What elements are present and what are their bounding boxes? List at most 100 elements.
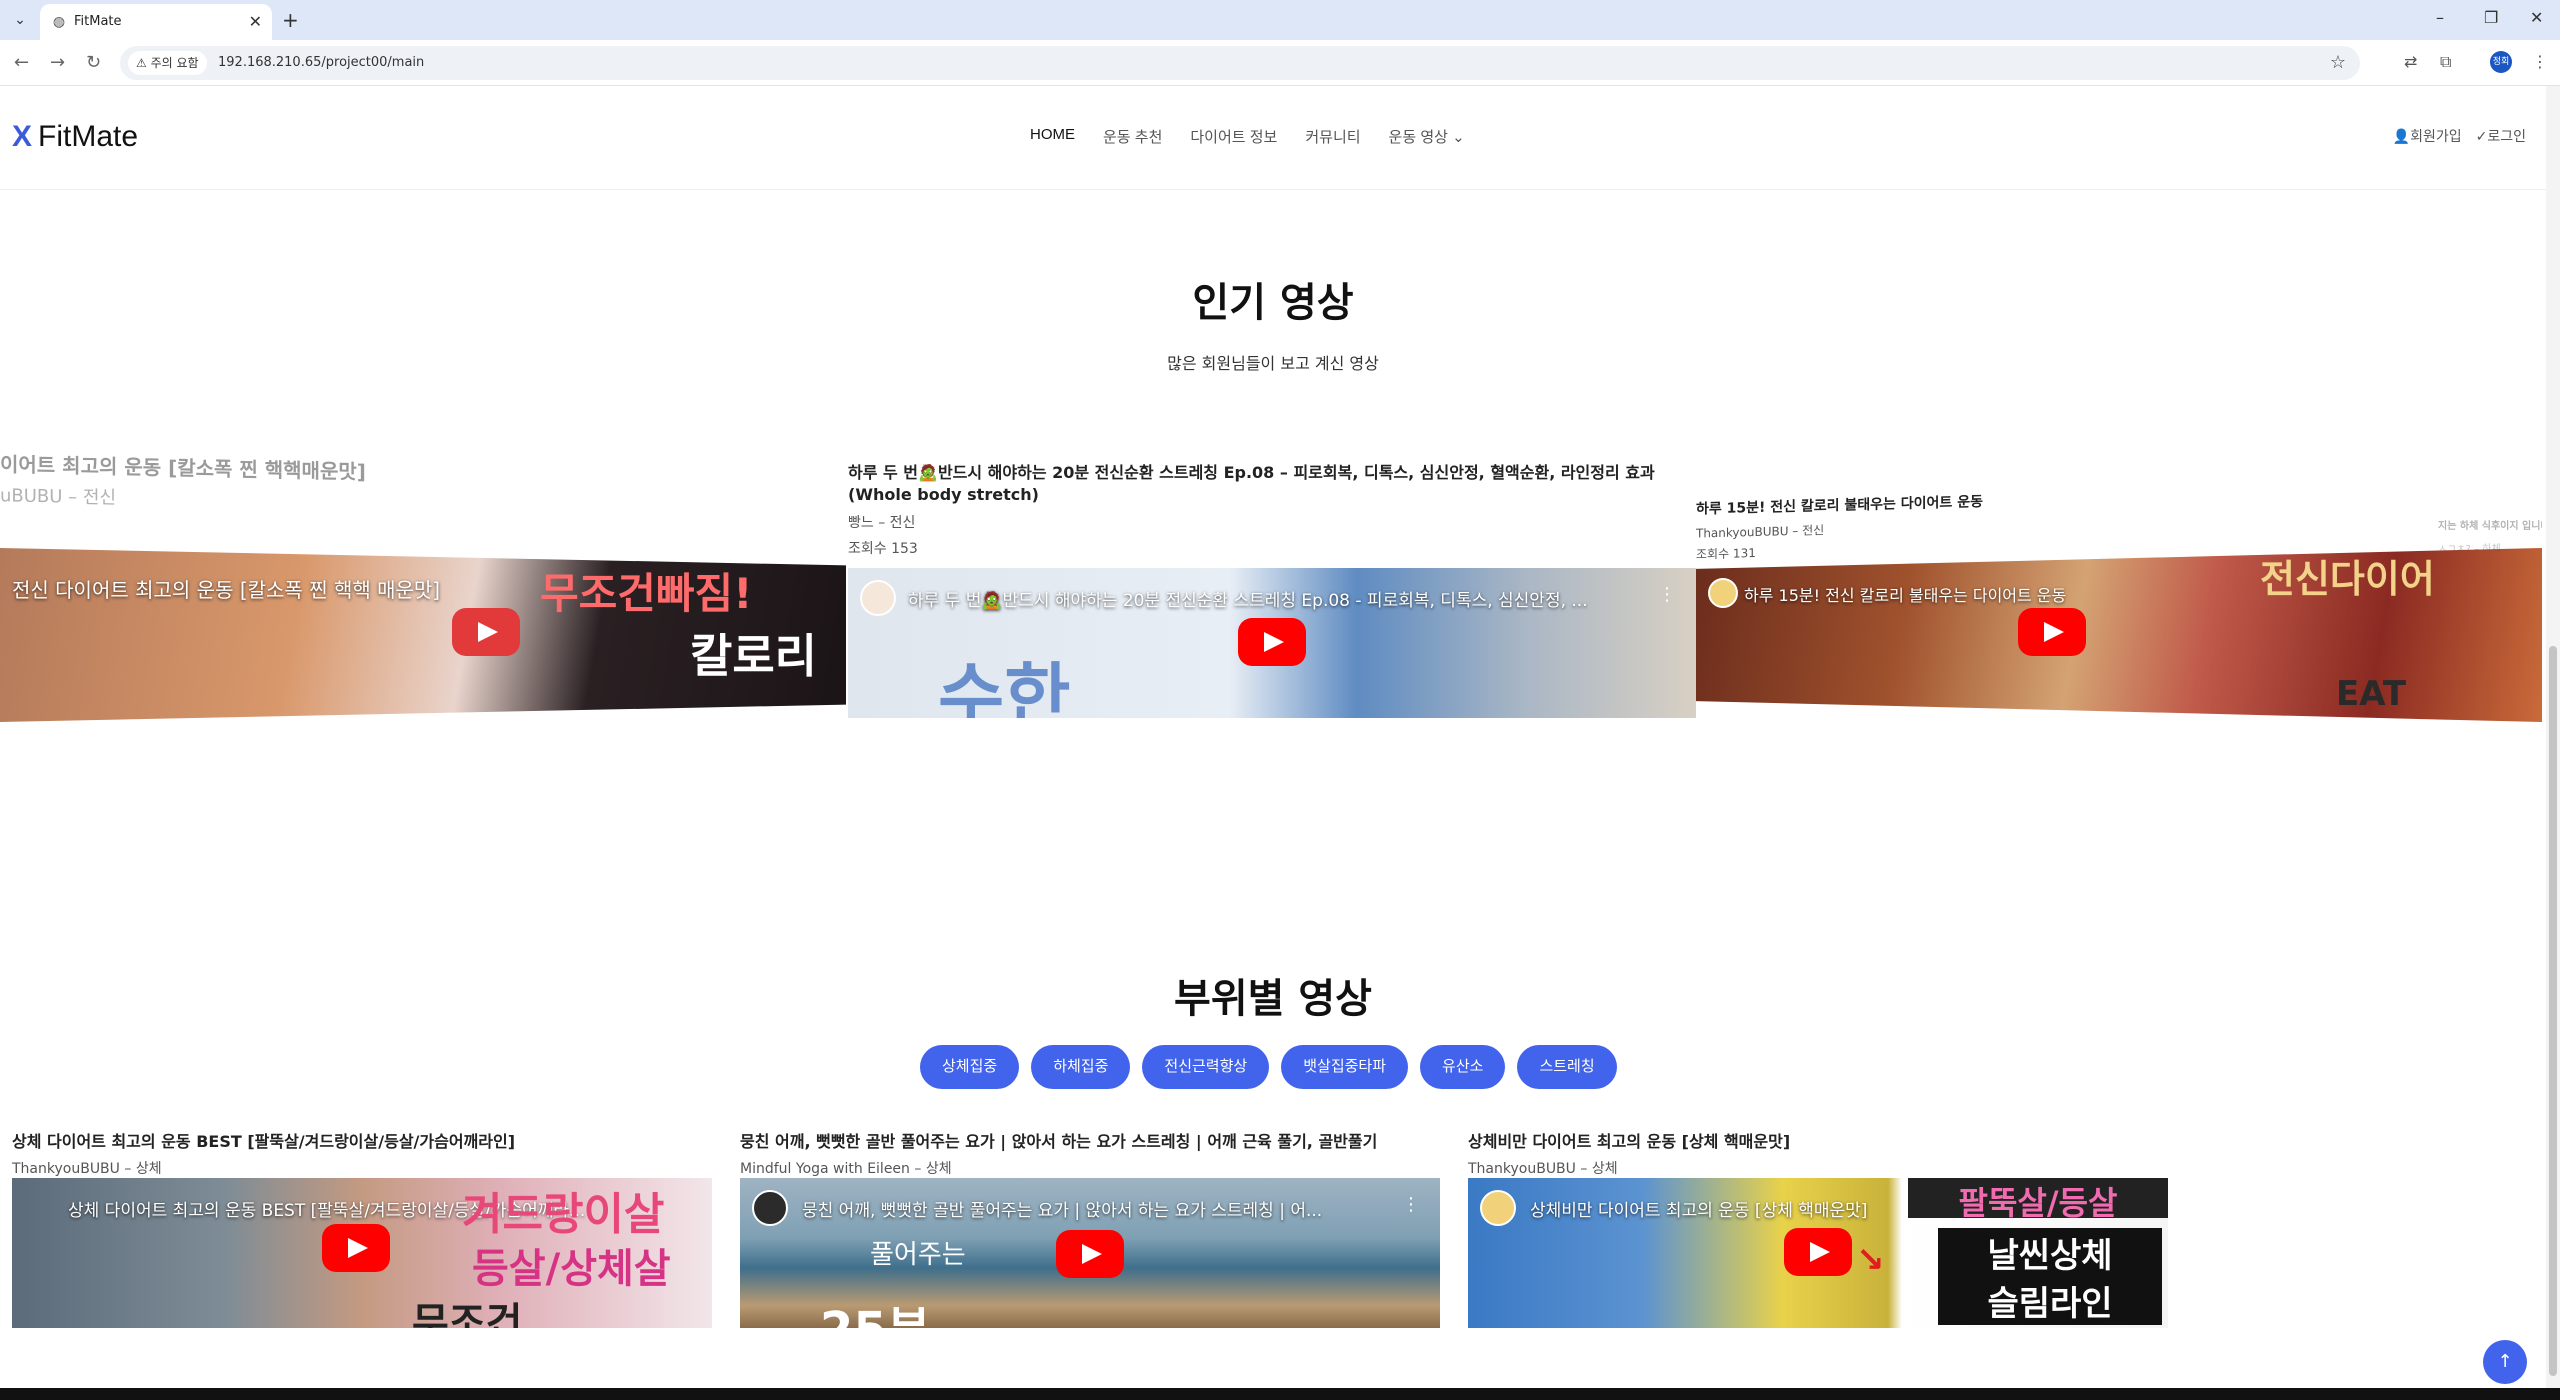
browser-tab-bar: ⌄ ◍ FitMate ✕ + – ❐ ✕ <box>0 0 2560 40</box>
scrollbar-thumb[interactable] <box>2549 646 2557 1376</box>
address-bar-row: ← → ↻ ⚠ 주의 요함 192.168.210.65/project00/m… <box>0 40 2560 86</box>
login-label: 로그인 <box>2487 129 2526 145</box>
thumb-overlay-text: 25분 <box>820 1290 931 1328</box>
nav-community[interactable]: 커뮤니티 <box>1305 126 1360 147</box>
thumb-overlay-text: 슬림라인 <box>1938 1276 2162 1325</box>
restore-icon[interactable]: ❐ <box>2484 8 2498 27</box>
filter-lower-body[interactable]: 하체집중 <box>1031 1045 1131 1089</box>
new-tab-button[interactable]: + <box>282 8 299 32</box>
nav-exercise-recommend[interactable]: 운동 추천 <box>1103 126 1162 147</box>
globe-icon: ◍ <box>52 14 66 30</box>
carousel-card-far-right[interactable]: 지는 하체 식후이지 입니다 ㅅㄱㅊ? – 하체 <box>2438 516 2542 555</box>
video-card-meta: ThankyouBUBU – 상체 <box>12 1161 162 1177</box>
carousel-thumb-left[interactable]: 전신 다이어트 최고의 운동 [칼소폭 찐 핵핵 매운맛] 무조건빠짐! 칼로리 <box>0 548 846 722</box>
video-card[interactable]: 상체비만 다이어트 최고의 운동 [상체 핵매운맛] ThankyouBUBU … <box>1468 1128 2168 1178</box>
carousel-card-meta: 빵느 – 전신 <box>848 515 916 531</box>
popular-section-title: 인기 영상 <box>1192 280 1354 326</box>
logo-text: FitMate <box>38 120 139 153</box>
carousel-card-views: 조회수 153 <box>848 541 918 557</box>
logo-mark-icon: X <box>12 120 33 153</box>
nav-home[interactable]: HOME <box>1030 126 1075 147</box>
nav-exercise-video[interactable]: 운동 영상 ⌄ <box>1389 126 1465 147</box>
video-card-title: 뭉친 어깨, 뻣뻣한 골반 풀어주는 요가 | 앉아서 하는 요가 스트레칭 |… <box>740 1132 1378 1151</box>
filter-upper-body[interactable]: 상체집중 <box>920 1045 1020 1089</box>
url-text[interactable]: 192.168.210.65/project00/main <box>218 55 424 70</box>
logo[interactable]: X FitMate <box>12 120 138 154</box>
tab-search-icon[interactable]: ⌄ <box>8 8 32 32</box>
youtube-play-icon[interactable] <box>2018 608 2086 656</box>
thumb-overlay-art: 수한 <box>938 655 1071 718</box>
thumb-overlay-text: 날씬상체 <box>1938 1228 2162 1277</box>
translate-icon[interactable]: ⇄ <box>2404 52 2417 71</box>
site-header: X FitMate HOME 운동 추천 다이어트 정보 커뮤니티 운동 영상 ⌄… <box>0 86 2546 190</box>
thumb-overlay-text: 팔뚝살/등살 <box>1908 1178 2168 1222</box>
filter-cardio[interactable]: 유산소 <box>1420 1045 1506 1089</box>
bookmark-star-icon[interactable]: ☆ <box>2330 52 2346 73</box>
user-plus-icon: 👤 <box>2392 129 2411 145</box>
video-thumb[interactable]: 상체비만 다이어트 최고의 운동 [상체 핵매운맛] 팔뚝살/등살 날씬상체 슬… <box>1468 1178 2168 1328</box>
nav-exercise-video-label: 운동 영상 <box>1388 129 1448 146</box>
filter-belly-fat[interactable]: 뱃살집중타파 <box>1281 1045 1409 1089</box>
thumb-overlay-text: 풀어주는 <box>870 1240 966 1270</box>
video-card[interactable]: 뭉친 어깨, 뻣뻣한 골반 풀어주는 요가 | 앉아서 하는 요가 스트레칭 |… <box>740 1128 1440 1178</box>
carousel-card-center[interactable]: 하루 두 번🧟반드시 해야하는 20분 전신순환 스트레칭 Ep.08 – 피로… <box>848 462 1678 558</box>
tab-title: FitMate <box>74 14 122 29</box>
video-thumb[interactable]: 뭉친 어깨, 뻣뻣한 골반 풀어주는 요가 | 앉아서 하는 요가 스트레칭 |… <box>740 1178 1440 1328</box>
thumb-caption: 하루 두 번🧟반드시 해야하는 20분 전신순환 스트레칭 Ep.08 - 피로… <box>908 591 1588 611</box>
profile-avatar[interactable]: 정회 <box>2490 51 2512 73</box>
carousel-card-right[interactable]: 하루 15분! 전신 칼로리 불태우는 다이어트 운동 ThankyouBUBU… <box>1696 485 2196 562</box>
reload-icon[interactable]: ↻ <box>86 52 101 73</box>
check-icon: ✓ <box>2475 129 2488 145</box>
security-warning-chip[interactable]: ⚠ 주의 요함 <box>128 51 207 75</box>
thumb-overlay-text: 전신다이어 <box>2260 557 2435 601</box>
close-window-icon[interactable]: ✕ <box>2530 8 2543 27</box>
main-nav: HOME 운동 추천 다이어트 정보 커뮤니티 운동 영상 ⌄ <box>1030 126 1493 147</box>
filter-full-body-strength[interactable]: 전신근력향상 <box>1142 1045 1270 1089</box>
channel-avatar <box>1708 578 1738 608</box>
nav-diet-info[interactable]: 다이어트 정보 <box>1190 126 1277 147</box>
warning-icon: ⚠ <box>136 56 151 70</box>
video-card[interactable]: 상체 다이어트 최고의 운동 BEST [팔뚝살/겨드랑이살/등살/가슴어깨라인… <box>12 1128 712 1178</box>
extensions-icon[interactable]: ⧉ <box>2440 52 2451 72</box>
video-card-title: 상체 다이어트 최고의 운동 BEST [팔뚝살/겨드랑이살/등살/가슴어깨라인… <box>12 1132 516 1151</box>
carousel-thumb-center[interactable]: 하루 두 번🧟반드시 해야하는 20분 전신순환 스트레칭 Ep.08 - 피로… <box>848 568 1696 718</box>
arrow-up-icon: ↑ <box>2497 1351 2513 1372</box>
login-link[interactable]: ✓로그인 <box>2476 126 2526 146</box>
video-card-meta: ThankyouBUBU – 상체 <box>1468 1161 1618 1177</box>
bodypart-filter-row: 상체집중 하체집중 전신근력향상 뱃살집중타파 유산소 스트레칭 <box>920 1045 1617 1089</box>
video-card-meta: Mindful Yoga with Eileen – 상체 <box>740 1161 952 1177</box>
minimize-icon[interactable]: – <box>2436 8 2444 27</box>
more-options-icon[interactable]: ⋮ <box>1402 1194 1420 1215</box>
carousel-card-left[interactable]: 이어트 최고의 운동 [칼소폭 찐 핵핵매운맛] uBUBU – 전신 <box>0 452 840 525</box>
filter-stretching[interactable]: 스트레칭 <box>1517 1045 1617 1089</box>
thumb-overlay-text: 겨드랑이살 <box>462 1189 665 1240</box>
omnibox[interactable]: ⚠ 주의 요함 192.168.210.65/project00/main ☆ <box>120 46 2360 80</box>
page-scrollbar[interactable] <box>2546 86 2560 1388</box>
thumb-caption: 전신 다이어트 최고의 운동 [칼소폭 찐 핵핵 매운맛] <box>12 578 441 602</box>
youtube-play-icon[interactable] <box>452 608 520 656</box>
arrow-icon: ↘ <box>1856 1240 1885 1280</box>
scroll-to-top-button[interactable]: ↑ <box>2483 1340 2527 1384</box>
more-options-icon[interactable]: ⋮ <box>1658 584 1676 605</box>
video-thumb[interactable]: 상체 다이어트 최고의 운동 BEST [팔뚝살/겨드랑이살/등살/가슴어깨라.… <box>12 1178 712 1328</box>
channel-avatar <box>752 1190 788 1226</box>
thumb-caption: 뭉친 어깨, 뻣뻣한 골반 풀어주는 요가 | 앉아서 하는 요가 스트레칭 |… <box>802 1201 1323 1221</box>
forward-icon[interactable]: → <box>50 52 65 73</box>
close-tab-icon[interactable]: ✕ <box>249 12 262 31</box>
carousel-card-meta: ㅅㄱㅊ? – 하체 <box>2438 544 2501 555</box>
youtube-play-icon[interactable] <box>1238 618 1306 666</box>
browser-menu-icon[interactable]: ⋮ <box>2532 52 2548 71</box>
youtube-play-icon[interactable] <box>1784 1228 1852 1276</box>
security-label: 주의 요함 <box>150 56 199 70</box>
youtube-play-icon[interactable] <box>322 1224 390 1272</box>
thumb-overlay-text: 등살/상체살 <box>472 1246 671 1292</box>
back-icon[interactable]: ← <box>14 52 29 73</box>
youtube-play-icon[interactable] <box>1056 1230 1124 1278</box>
browser-tab[interactable]: ◍ FitMate ✕ <box>40 4 272 40</box>
thumb-overlay-text: EAT <box>2336 674 2407 714</box>
thumb-caption: 하루 15분! 전신 칼로리 불태우는 다이어트 운동 <box>1744 586 2067 605</box>
signup-link[interactable]: 👤회원가입 <box>2393 126 2462 146</box>
carousel-thumb-right[interactable]: 하루 15분! 전신 칼로리 불태우는 다이어트 운동 전신다이어 EAT <box>1696 548 2542 722</box>
taskbar-strip <box>0 1388 2560 1400</box>
thumb-caption: 상체비만 다이어트 최고의 운동 [상체 핵매운맛] <box>1530 1201 1868 1221</box>
